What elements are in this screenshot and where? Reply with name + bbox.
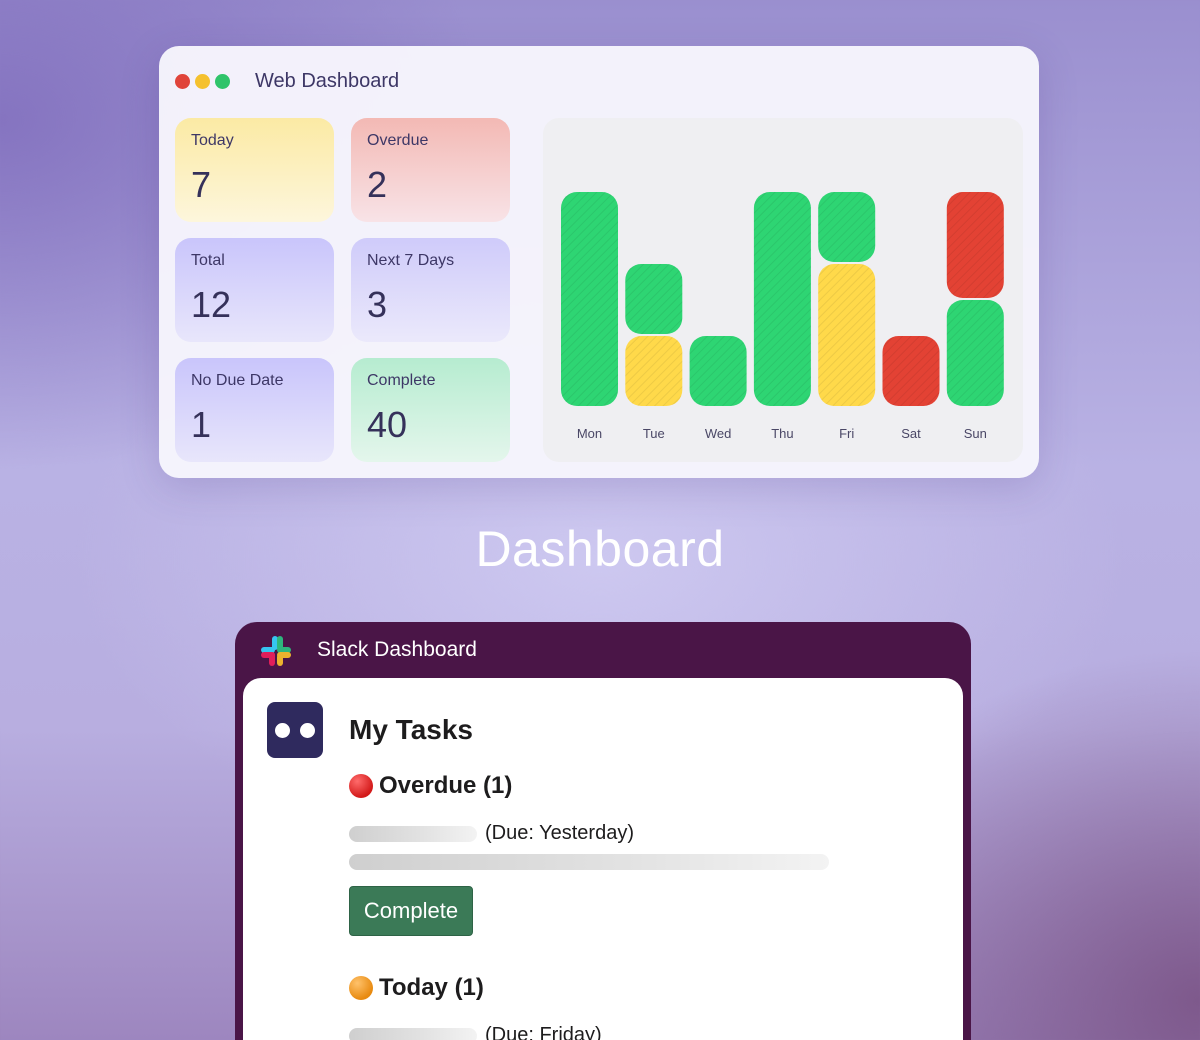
bar-hatch-sat-1 <box>882 336 940 406</box>
maximize-window-button[interactable] <box>215 74 230 89</box>
x-label-fri: Fri <box>839 426 854 441</box>
slack-message-body: My Tasks Overdue (1) (Due: Yesterday) Co… <box>243 678 963 1040</box>
stat-card-today[interactable]: Today 7 <box>175 118 334 222</box>
close-window-button[interactable] <box>175 74 190 89</box>
task-name-placeholder <box>349 826 477 842</box>
web-dashboard-window: Web Dashboard Today 7 Overdue 2 Total 12… <box>159 46 1039 478</box>
stat-card-complete[interactable]: Complete 40 <box>351 358 510 462</box>
red-circle-icon <box>349 774 373 798</box>
bar-hatch-fri-2 <box>818 192 876 262</box>
slack-window-title: Slack Dashboard <box>317 638 477 661</box>
bar-hatch-fri-0 <box>818 264 876 406</box>
weekly-bar-chart: Mon Tue Wed Thu Fri Sat Sun <box>543 118 1023 462</box>
today-due-text: (Due: Friday) <box>485 1024 602 1040</box>
bar-hatch-sun-3 <box>946 192 1004 298</box>
minimize-window-button[interactable] <box>195 74 210 89</box>
stat-card-overdue[interactable]: Overdue 2 <box>351 118 510 222</box>
x-label-thu: Thu <box>771 426 793 441</box>
chart-bars <box>561 192 1004 406</box>
chart-x-labels: Mon Tue Wed Thu Fri Sat Sun <box>577 426 987 441</box>
task-description-placeholder <box>349 854 829 870</box>
stat-card-next-7-days[interactable]: Next 7 Days 3 <box>351 238 510 342</box>
overdue-heading-text: Overdue (1) <box>379 772 513 799</box>
stat-value: 2 <box>367 164 388 205</box>
stat-card-total[interactable]: Total 12 <box>175 238 334 342</box>
avatar-dot-right <box>300 723 315 738</box>
chart-svg: Mon Tue Wed Thu Fri Sat Sun <box>561 192 1004 441</box>
stat-label: Today <box>191 132 234 149</box>
stat-label: Next 7 Days <box>367 252 455 269</box>
overdue-heading: Overdue (1) <box>349 772 512 800</box>
slack-logo-icon <box>261 636 291 666</box>
page-caption: Dashboard <box>475 521 725 577</box>
stat-value: 3 <box>367 284 388 325</box>
x-label-mon: Mon <box>577 426 602 441</box>
app-avatar[interactable] <box>267 702 323 758</box>
x-label-sat: Sat <box>901 426 921 441</box>
complete-task-button[interactable]: Complete <box>349 886 473 936</box>
stat-value: 12 <box>191 284 232 325</box>
x-label-sun: Sun <box>964 426 987 441</box>
bar-hatch-mon-2 <box>561 192 618 406</box>
orange-circle-icon <box>349 976 373 1000</box>
bar-hatch-tue-0 <box>625 336 683 406</box>
bar-hatch-wed-2 <box>689 336 747 406</box>
stat-value: 7 <box>191 164 212 205</box>
today-heading: Today (1) <box>349 974 484 1002</box>
slack-dashboard-window: Slack Dashboard My Tasks Overdue (1) (Du… <box>235 622 971 1040</box>
stat-label: No Due Date <box>191 372 284 389</box>
window-controls <box>175 74 230 89</box>
window-title: Web Dashboard <box>255 70 400 92</box>
bar-hatch-tue-2 <box>625 264 683 334</box>
stat-label: Overdue <box>367 132 429 149</box>
bar-hatch-thu-2 <box>753 192 811 406</box>
stat-label: Total <box>191 252 225 269</box>
stat-label: Complete <box>367 372 436 389</box>
today-heading-text: Today (1) <box>379 974 484 1001</box>
x-label-wed: Wed <box>705 426 732 441</box>
task-name-placeholder <box>349 1028 477 1040</box>
stat-value: 1 <box>191 404 212 445</box>
overdue-due-text: (Due: Yesterday) <box>485 822 634 844</box>
my-tasks-title: My Tasks <box>349 714 473 745</box>
x-label-tue: Tue <box>643 426 665 441</box>
stat-value: 40 <box>367 404 408 445</box>
bar-hatch-sun-2 <box>946 300 1004 406</box>
stat-card-no-due-date[interactable]: No Due Date 1 <box>175 358 334 462</box>
avatar-dot-left <box>275 723 290 738</box>
